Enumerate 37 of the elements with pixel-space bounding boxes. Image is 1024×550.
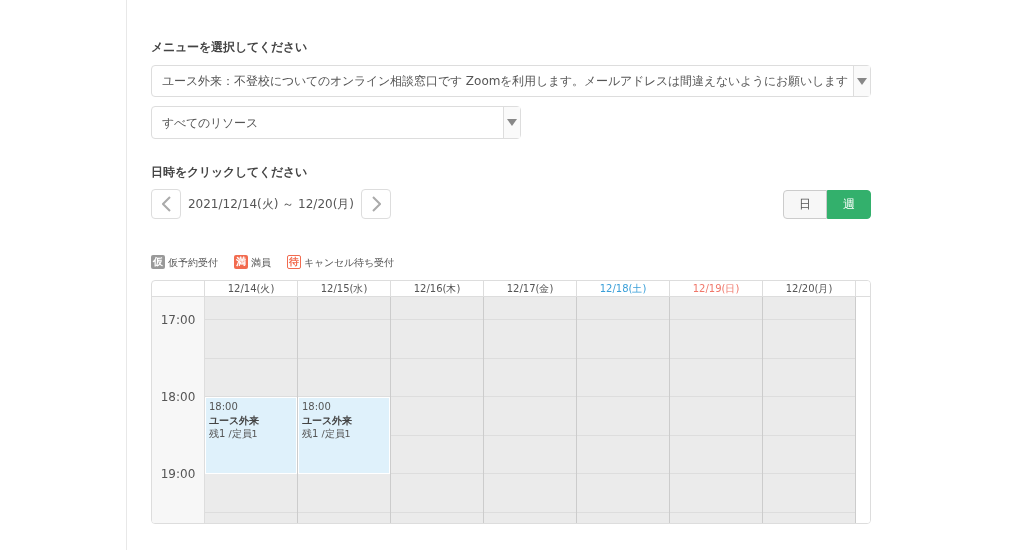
section-label: 日時をクリックしてください [151, 164, 308, 181]
legend-badge: 満 [234, 255, 248, 269]
legend-label: 仮予約受付 [168, 255, 218, 270]
event-capacity: /定員1 [228, 428, 258, 439]
date-range: 2021/12/14(火) ～ 12/20(月) [186, 196, 356, 213]
legend-label: キャンセル待ち受付 [304, 255, 394, 270]
day-header: 12/17(金) [484, 281, 577, 296]
event-time: 18:00 [209, 400, 239, 414]
time-label: 19:00 [159, 466, 197, 483]
view-tab[interactable]: 日 [783, 189, 827, 219]
next-button[interactable] [361, 189, 391, 219]
day-header: 12/14(火) [205, 281, 298, 296]
event-card[interactable]: 18:00 ユース外来 残1 /定員1 [205, 397, 297, 474]
event-title: ユース外来 [209, 413, 260, 427]
caret-icon [507, 119, 517, 126]
previous-button[interactable] [151, 189, 181, 219]
event-remaining: 残1 [302, 428, 319, 439]
chevron-left-icon [161, 196, 171, 212]
legend-badge: 仮 [151, 255, 165, 269]
legend-label: 満員 [251, 255, 271, 270]
time-label: 17:00 [159, 312, 197, 329]
day-header: 12/18(土) [577, 281, 670, 296]
menu-select[interactable]: ユース外来：不登校についてのオンライン相談窓口です Zoomを利用します。メールアドレスは間違えないようにお願いします [151, 65, 871, 97]
day-header: 12/15(水) [298, 281, 391, 296]
event-card[interactable]: 18:00 ユース外来 残1 /定員1 [298, 397, 390, 474]
time-label: 18:00 [159, 389, 197, 406]
day-header: 12/16(木) [391, 281, 484, 296]
resource-select[interactable]: すべてのリソース [151, 106, 521, 139]
caret-icon [857, 77, 867, 85]
event-title: ユース外来 [302, 413, 353, 427]
chevron-right-icon [371, 196, 381, 212]
day-header: 12/19(日) [670, 281, 763, 296]
event-remaining: 残1 [209, 428, 226, 439]
legend-badge: 待 [287, 255, 301, 269]
event-capacity: /定員1 [321, 428, 351, 439]
event-time: 18:00 [302, 400, 332, 414]
section-label: メニューを選択してください [151, 39, 308, 56]
